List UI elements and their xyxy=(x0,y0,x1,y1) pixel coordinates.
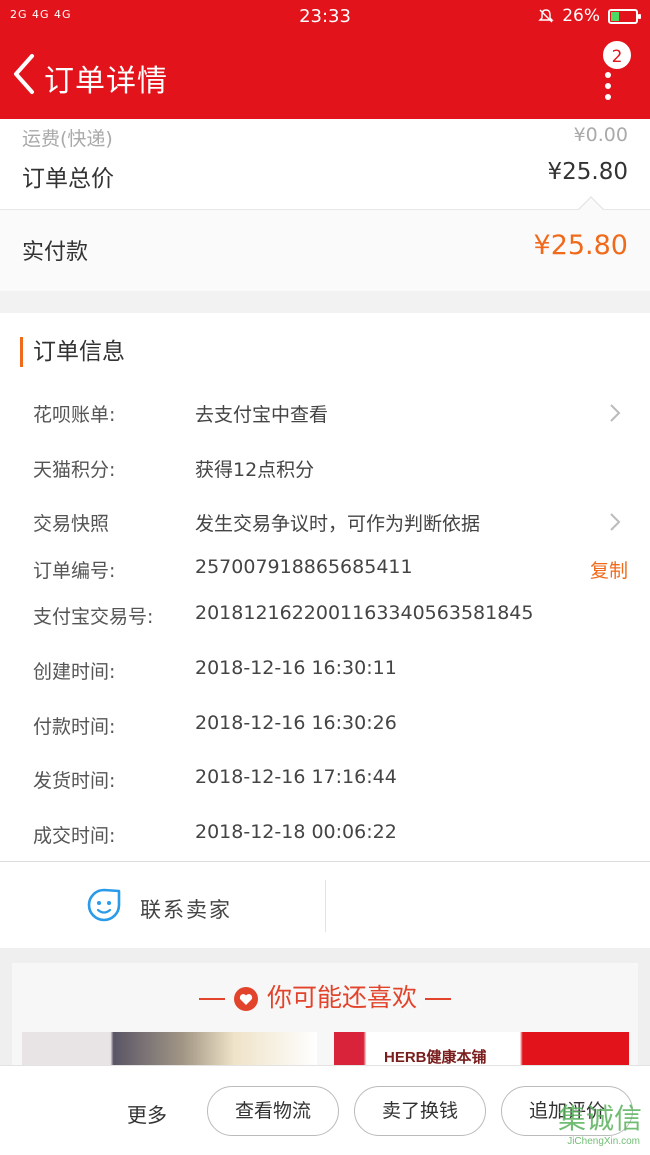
row-value: 2018-12-16 16:30:26 xyxy=(195,712,397,734)
watermark-glyphs: 集诚信 xyxy=(557,1102,642,1135)
row-label: 创建时间: xyxy=(33,661,116,683)
nav-bar: 订单详情 2 xyxy=(0,34,650,119)
more-menu-icon[interactable] xyxy=(600,72,616,106)
paid-label: 实付款 xyxy=(22,240,89,265)
status-right: 26% xyxy=(538,6,641,26)
total-row: 订单总价 ¥25.80 xyxy=(22,159,628,195)
row-label: 天猫积分: xyxy=(33,459,116,481)
resell-button[interactable]: 卖了换钱 xyxy=(354,1086,486,1136)
chevron-right-icon xyxy=(610,513,621,531)
paid-value: ¥25.80 xyxy=(533,230,628,261)
row-label: 付款时间: xyxy=(33,716,116,738)
total-label: 订单总价 xyxy=(22,166,114,192)
watermark-site: JiChengXin.com xyxy=(567,1136,640,1147)
battery-percent: 26% xyxy=(562,6,600,26)
completed-time-row: 成交时间: 2018-12-18 00:06:22 xyxy=(33,818,628,850)
shipping-label: 运费(快递) xyxy=(22,128,113,150)
view-logistics-button[interactable]: 查看物流 xyxy=(207,1086,339,1136)
message-badge[interactable]: 2 xyxy=(601,39,633,71)
site-watermark: 集诚信 JiChengXin.com xyxy=(532,1097,642,1147)
chevron-right-icon xyxy=(610,404,621,422)
created-time-row: 创建时间: 2018-12-16 16:30:11 xyxy=(33,654,628,686)
trade-snapshot-row[interactable]: 交易快照 发生交易争议时，可作为判断依据 xyxy=(33,506,628,538)
row-label: 花呗账单: xyxy=(33,404,116,426)
bottom-action-bar: 更多 查看物流 卖了换钱 追加评价 集诚信 JiChengXin.com xyxy=(0,1065,650,1155)
decor-dash xyxy=(198,998,225,1000)
row-value: 2018-12-16 16:30:11 xyxy=(195,657,397,679)
order-info-section: 订单信息 花呗账单: 去支付宝中查看 天猫积分: 获得12点积分 交易快照 发生… xyxy=(0,313,650,861)
paid-row: 实付款 ¥25.80 xyxy=(0,196,650,291)
row-value: 2018-12-16 17:16:44 xyxy=(195,766,397,788)
shipping-row: 运费(快递) ¥0.00 xyxy=(22,124,628,154)
row-value: 去支付宝中查看 xyxy=(195,404,329,426)
decor-dash xyxy=(425,998,451,1000)
paid-time-row: 付款时间: 2018-12-16 16:30:26 xyxy=(33,709,628,741)
battery-icon xyxy=(608,8,641,24)
product-brand: HERB健康本铺 xyxy=(384,1049,487,1066)
recommend-section: 你可能还喜欢 HERB健康本铺 xyxy=(0,948,650,1073)
total-value: ¥25.80 xyxy=(547,159,628,185)
row-label: 订单编号: xyxy=(33,560,116,582)
shipped-time-row: 发货时间: 2018-12-16 17:16:44 xyxy=(33,763,628,795)
huabei-row[interactable]: 花呗账单: 去支付宝中查看 xyxy=(33,397,628,429)
row-label: 发货时间: xyxy=(33,770,116,792)
tmall-points-row: 天猫积分: 获得12点积分 xyxy=(33,452,628,484)
row-label: 支付宝交易号: xyxy=(33,606,154,628)
caret-pointer xyxy=(578,196,604,222)
row-value: 获得12点积分 xyxy=(195,459,315,481)
row-value: 2018121622001163340563581845 xyxy=(195,602,534,624)
mute-bell-icon xyxy=(538,9,554,23)
status-bar: 2G 4G 4G 23:33 26% xyxy=(0,0,650,34)
contact-seller-bar: 联系卖家 xyxy=(0,861,650,948)
order-number-row: 订单编号: 257007918865685411 复制 xyxy=(33,553,628,585)
divider xyxy=(325,880,326,932)
recommend-title: 你可能还喜欢 xyxy=(0,978,650,1014)
heart-icon xyxy=(233,987,258,1011)
back-arrow-icon[interactable] xyxy=(10,52,40,96)
row-value: 2018-12-18 00:06:22 xyxy=(195,821,397,843)
chat-face-icon[interactable] xyxy=(86,887,122,923)
row-label: 交易快照 xyxy=(33,513,110,535)
recommend-title-text: 你可能还喜欢 xyxy=(266,983,417,1012)
more-button[interactable]: 更多 xyxy=(127,1099,167,1128)
contact-seller-button[interactable]: 联系卖家 xyxy=(140,894,232,924)
alipay-trade-row: 支付宝交易号: 2018121622001163340563581845 xyxy=(33,599,628,631)
shipping-value: ¥0.00 xyxy=(573,124,628,146)
row-value: 257007918865685411 xyxy=(195,556,413,578)
row-label: 成交时间: xyxy=(33,825,116,847)
copy-button[interactable]: 复制 xyxy=(590,556,628,583)
section-title: 订单信息 xyxy=(20,337,125,367)
price-summary: 运费(快递) ¥0.00 订单总价 ¥25.80 实付款 ¥25.80 xyxy=(0,119,650,291)
row-value: 发生交易争议时，可作为判断依据 xyxy=(195,513,481,535)
page-title: 订单详情 xyxy=(44,64,168,99)
